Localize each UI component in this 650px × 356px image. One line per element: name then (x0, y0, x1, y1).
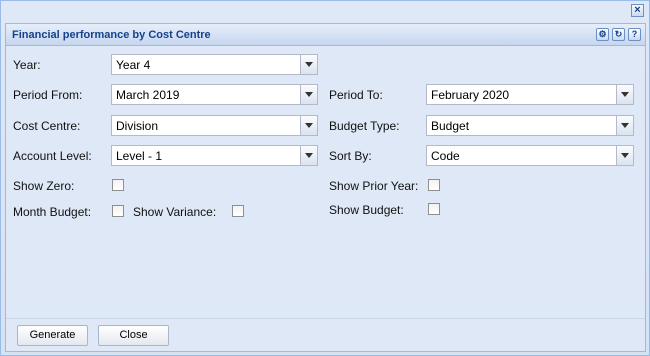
form-body: Year: Year 4 Period From: March 2019 Per… (6, 47, 645, 318)
chevron-down-icon[interactable] (300, 146, 317, 165)
year-combo[interactable]: Year 4 (111, 54, 318, 75)
chevron-down-icon[interactable] (616, 146, 633, 165)
period-to-combo[interactable]: February 2020 (426, 84, 634, 105)
show-zero-checkbox[interactable] (112, 179, 124, 191)
chevron-down-icon[interactable] (300, 85, 317, 104)
period-from-label: Period From: (13, 88, 83, 102)
account-level-combo[interactable]: Level - 1 (111, 145, 318, 166)
close-button[interactable]: Close (98, 325, 169, 346)
report-window: × Financial performance by Cost Centre ⚙… (0, 0, 650, 356)
chevron-down-icon[interactable] (616, 85, 633, 104)
show-budget-label: Show Budget: (329, 203, 404, 217)
budget-type-label: Budget Type: (329, 119, 400, 133)
year-label: Year: (13, 58, 41, 72)
sort-by-combo[interactable]: Code (426, 145, 634, 166)
show-prior-year-checkbox[interactable] (428, 179, 440, 191)
period-from-combo[interactable]: March 2019 (111, 84, 318, 105)
report-panel: Financial performance by Cost Centre ⚙ ↻… (5, 23, 646, 352)
budget-type-combo[interactable]: Budget (426, 115, 634, 136)
panel-tools: ⚙ ↻ ? (596, 28, 641, 41)
period-from-value: March 2019 (116, 88, 180, 102)
account-level-value: Level - 1 (116, 149, 163, 163)
chevron-down-icon[interactable] (300, 55, 317, 74)
cost-centre-label: Cost Centre: (13, 119, 81, 133)
cost-centre-combo[interactable]: Division (111, 115, 318, 136)
gear-icon[interactable]: ⚙ (596, 28, 609, 41)
help-icon[interactable]: ? (628, 28, 641, 41)
chevron-down-icon[interactable] (300, 116, 317, 135)
panel-footer: Generate Close (6, 318, 645, 351)
chevron-down-icon[interactable] (616, 116, 633, 135)
panel-title: Financial performance by Cost Centre (12, 29, 211, 41)
period-to-value: February 2020 (431, 88, 510, 102)
show-prior-year-label: Show Prior Year: (329, 179, 419, 193)
budget-type-value: Budget (431, 119, 470, 133)
sort-by-value: Code (431, 149, 460, 163)
window-close-icon[interactable]: × (631, 4, 644, 17)
refresh-icon[interactable]: ↻ (612, 28, 625, 41)
show-budget-checkbox[interactable] (428, 203, 440, 215)
show-zero-label: Show Zero: (13, 179, 75, 193)
year-value: Year 4 (116, 58, 151, 72)
cost-centre-value: Division (116, 119, 159, 133)
month-budget-checkbox[interactable] (112, 205, 124, 217)
show-variance-label: Show Variance: (133, 205, 217, 219)
account-level-label: Account Level: (13, 149, 92, 163)
show-variance-checkbox[interactable] (232, 205, 244, 217)
generate-button[interactable]: Generate (17, 325, 88, 346)
panel-header: Financial performance by Cost Centre ⚙ ↻… (6, 24, 645, 46)
period-to-label: Period To: (329, 88, 383, 102)
month-budget-label: Month Budget: (13, 205, 92, 219)
sort-by-label: Sort By: (329, 149, 372, 163)
